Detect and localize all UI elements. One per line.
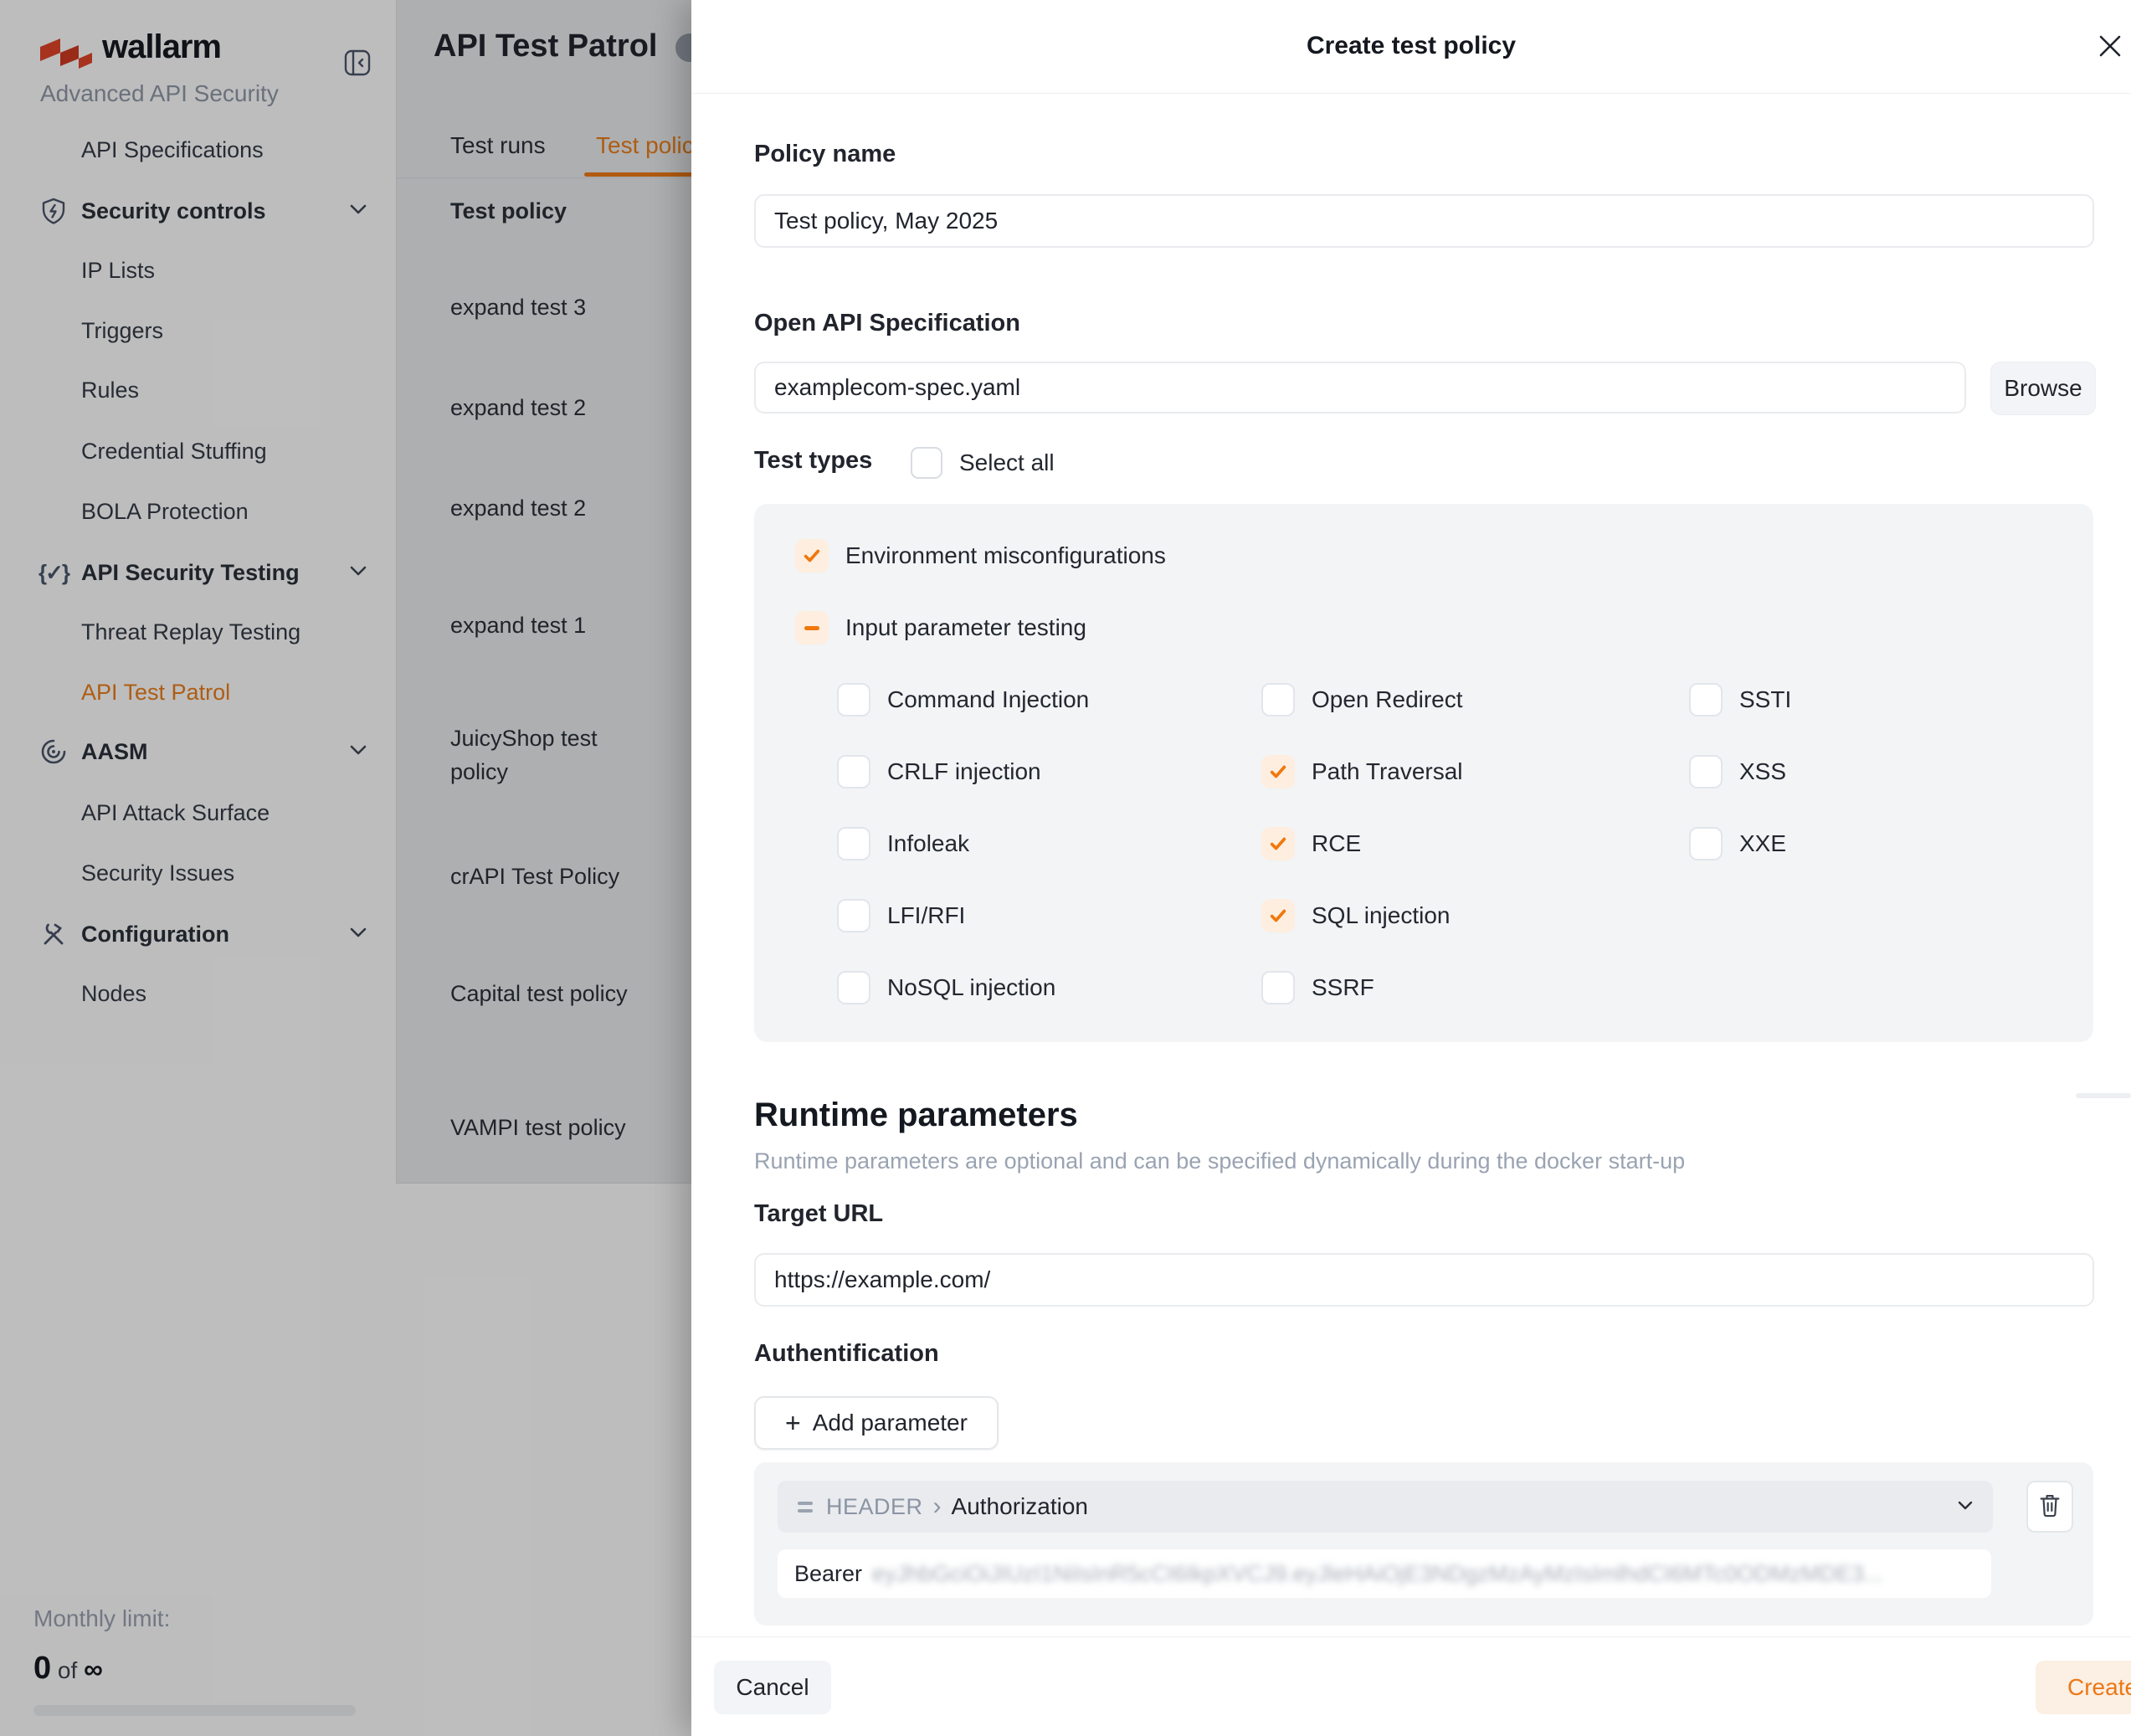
modal-header: Create test policy: [691, 0, 2131, 94]
checkbox-input-parameter-testing[interactable]: [795, 611, 829, 645]
checkbox-lfi-rfi[interactable]: [837, 899, 870, 932]
target-url-input[interactable]: [754, 1253, 2094, 1307]
plus-icon: +: [785, 1410, 801, 1436]
trash-icon: [2038, 1492, 2062, 1522]
modal-title: Create test policy: [691, 32, 2131, 60]
cancel-button[interactable]: Cancel: [714, 1661, 831, 1714]
checkbox-xxe[interactable]: [1689, 827, 1723, 860]
breadcrumb-separator: ›: [933, 1492, 942, 1521]
checkbox-nosql-injection[interactable]: [837, 971, 870, 1004]
checkbox-rce[interactable]: [1261, 827, 1295, 860]
screen: wallarm Advanced API Security API Specif…: [0, 0, 2131, 1736]
add-parameter-button[interactable]: + Add parameter: [754, 1396, 999, 1450]
test-types-label: Test types: [754, 447, 872, 475]
policy-name-input[interactable]: [754, 194, 2094, 248]
spec-filename-input[interactable]: [754, 362, 1966, 413]
jwt-token-blurred: eyJhbGciOiJIUzI1NiIsInR5cCI6IkpXVCJ9.eyJ…: [872, 1561, 1882, 1587]
checkbox-environment-misconfigurations[interactable]: [795, 539, 829, 573]
auth-parameter-row: HEADER › Authorization Bear: [754, 1462, 2093, 1626]
spec-label: Open API Specification: [754, 310, 1020, 337]
chevron-down-icon: [1958, 1499, 1973, 1514]
browse-button[interactable]: Browse: [1990, 362, 2096, 415]
scrollbar-thumb[interactable]: [2076, 1093, 2131, 1098]
create-button[interactable]: Create: [2036, 1661, 2131, 1714]
checkbox-ssrf[interactable]: [1261, 971, 1295, 1004]
checkbox-command-injection[interactable]: [837, 683, 870, 716]
checkbox-ssti[interactable]: [1689, 683, 1723, 716]
parameter-location-select[interactable]: HEADER › Authorization: [778, 1481, 1993, 1533]
bearer-token-input[interactable]: Bearer eyJhbGciOiJIUzI1NiIsInR5cCI6IkpXV…: [778, 1549, 1991, 1598]
checkbox-path-traversal[interactable]: [1261, 755, 1295, 788]
runtime-parameters-subtitle: Runtime parameters are optional and can …: [754, 1148, 1685, 1174]
checkbox-sql-injection[interactable]: [1261, 899, 1295, 932]
select-all-label: Select all: [959, 449, 1055, 476]
drag-handle-icon[interactable]: [798, 1502, 813, 1513]
authentification-label: Authentification: [754, 1340, 939, 1368]
create-test-policy-modal: Create test policy Policy name Open API …: [691, 0, 2131, 1736]
checkbox-infoleak[interactable]: [837, 827, 870, 860]
footer-divider: [691, 1636, 2131, 1637]
checkbox-crlf-injection[interactable]: [837, 755, 870, 788]
checkbox-xss[interactable]: [1689, 755, 1723, 788]
delete-parameter-button[interactable]: [2026, 1481, 2073, 1533]
close-icon[interactable]: [2098, 33, 2126, 62]
checkbox-open-redirect[interactable]: [1261, 683, 1295, 716]
target-url-label: Target URL: [754, 1200, 883, 1228]
policy-name-label: Policy name: [754, 141, 896, 168]
runtime-parameters-heading: Runtime parameters: [754, 1097, 1078, 1134]
test-types-panel: Environment misconfigurations Input para…: [754, 504, 2093, 1042]
select-all-checkbox[interactable]: [911, 447, 942, 479]
